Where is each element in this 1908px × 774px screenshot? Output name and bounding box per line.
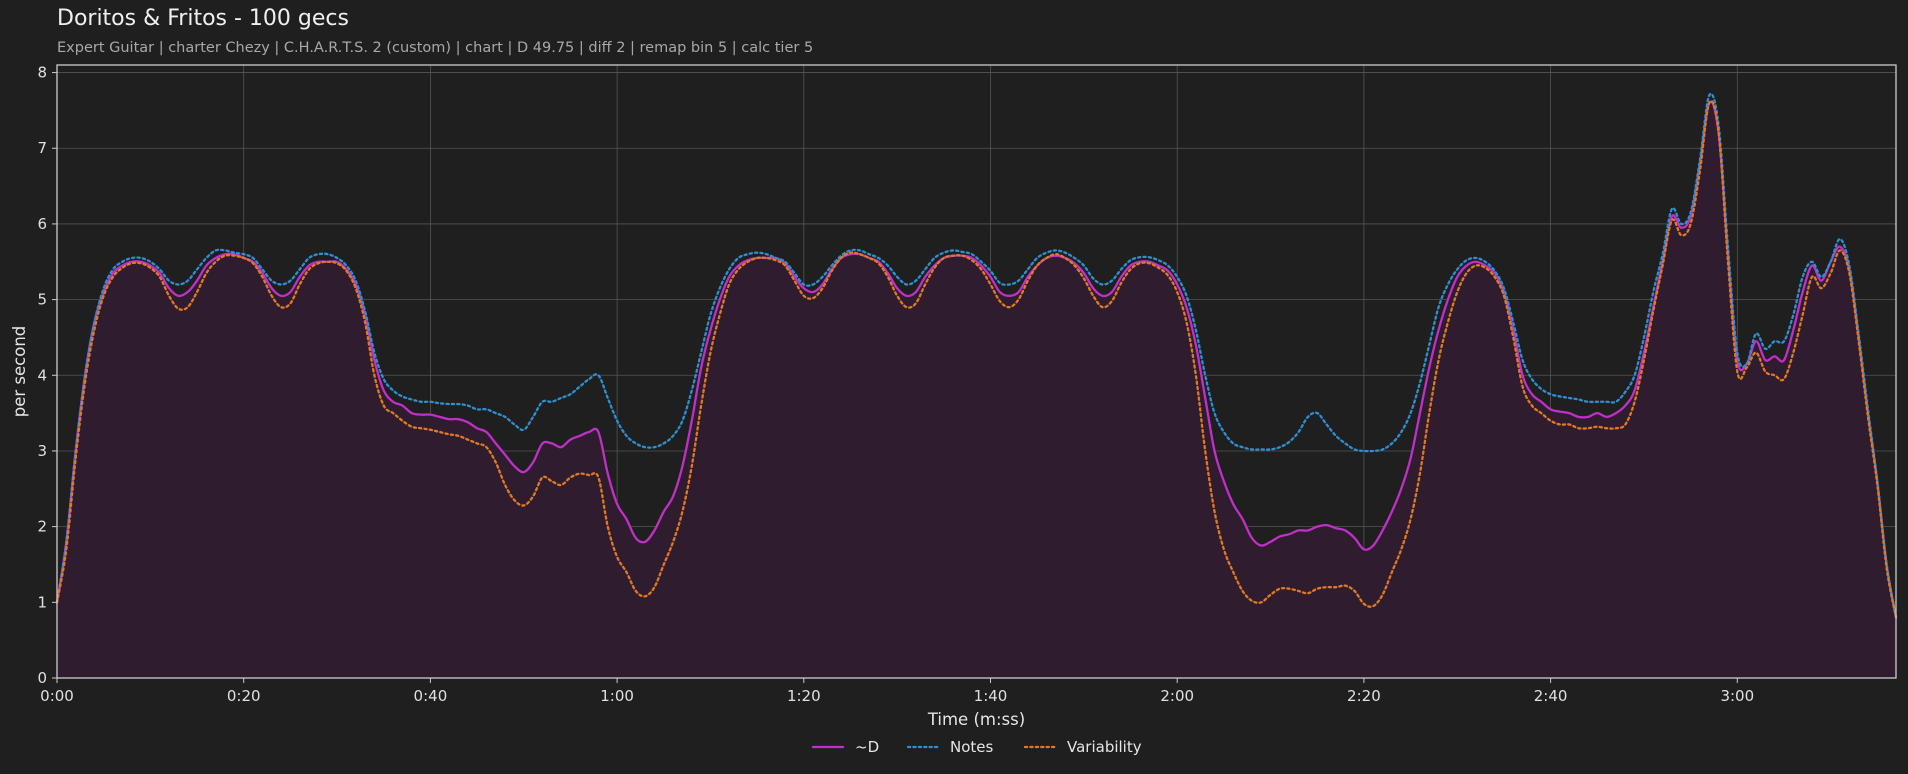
x-tick-label: 1:00	[600, 687, 634, 705]
x-tick-label: 2:20	[1347, 687, 1381, 705]
y-tick-label: 4	[37, 366, 47, 384]
y-tick-label: 5	[37, 291, 47, 309]
x-axis-label: Time (m:ss)	[927, 710, 1025, 729]
x-tick-label: 0:40	[414, 687, 448, 705]
x-tick-label: 0:00	[40, 687, 74, 705]
y-tick-label: 1	[37, 593, 47, 611]
y-tick-label: 6	[37, 215, 47, 233]
y-tick-label: 7	[37, 139, 47, 157]
legend: ~D Notes Variability	[811, 738, 1142, 756]
y-axis-label: per second	[10, 326, 29, 418]
x-tick-label: 1:40	[974, 687, 1008, 705]
x-tick-label: 1:20	[787, 687, 821, 705]
legend-label: ~D	[855, 738, 879, 756]
x-tick-label: 0:20	[227, 687, 261, 705]
y-tick-label: 2	[37, 518, 47, 536]
legend-label: Notes	[950, 738, 994, 756]
y-tick-label: 8	[37, 64, 47, 82]
y-tick-label: 3	[37, 442, 47, 460]
x-tick-label: 3:00	[1720, 687, 1754, 705]
legend-label: Variability	[1067, 738, 1142, 756]
x-tick-label: 2:00	[1160, 687, 1194, 705]
d-area	[57, 101, 1896, 679]
x-tick-label: 2:40	[1534, 687, 1568, 705]
y-tick-label: 0	[37, 669, 47, 687]
d-area-fill	[57, 101, 1896, 679]
chart-canvas: 0:00 0:20 0:40 1:00 1:20 1:40 2:00 2:20 2:40 3:00…	[10, 64, 1898, 756]
